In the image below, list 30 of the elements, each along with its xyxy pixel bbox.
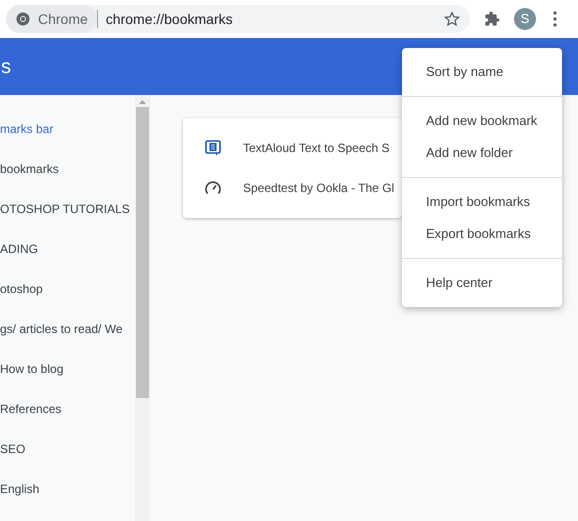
folder-item[interactable]: ADING (0, 229, 38, 269)
menu-item[interactable]: Add new folder (402, 137, 562, 169)
page-title: s (0, 54, 11, 80)
url-text: chrome://bookmarks (106, 10, 234, 28)
site-label: Chrome (38, 10, 88, 28)
menu-icon[interactable] (553, 11, 557, 27)
folder-item[interactable]: OTOSHOP TUTORIALS (0, 189, 130, 229)
puzzle-icon[interactable] (484, 11, 500, 27)
folder-item[interactable]: otoshop (0, 269, 43, 309)
menu-item[interactable]: Export bookmarks (402, 218, 562, 250)
scroll-thumb[interactable] (136, 107, 149, 398)
folder-item[interactable]: English (0, 469, 40, 509)
folder-item[interactable]: bookmarks (0, 149, 59, 189)
folder-item[interactable]: SEO (0, 429, 26, 469)
scrollbar[interactable] (135, 95, 150, 521)
folder-item[interactable]: How to blog (0, 349, 64, 389)
menu-item[interactable]: Import bookmarks (402, 186, 562, 218)
gauge-icon (205, 181, 221, 195)
document-icon (205, 140, 221, 156)
address-bar[interactable]: Chrome chrome://bookmarks (6, 5, 470, 33)
folder-item[interactable]: gs/ articles to read/ We (0, 309, 122, 349)
folder-item[interactable]: References (0, 389, 62, 429)
star-icon[interactable] (444, 11, 460, 27)
bookmark-link[interactable]: TextAloud Text to Speech S (243, 139, 390, 157)
bookmark-link[interactable]: Speedtest by Ookla - The Gl (243, 179, 394, 197)
menu-item[interactable]: Add new bookmark (402, 105, 562, 137)
folder-item[interactable]: marks bar (0, 109, 54, 149)
menu-item[interactable]: Sort by name (402, 56, 562, 88)
menu-item[interactable]: Help center (402, 267, 562, 299)
chrome-icon (16, 12, 30, 26)
